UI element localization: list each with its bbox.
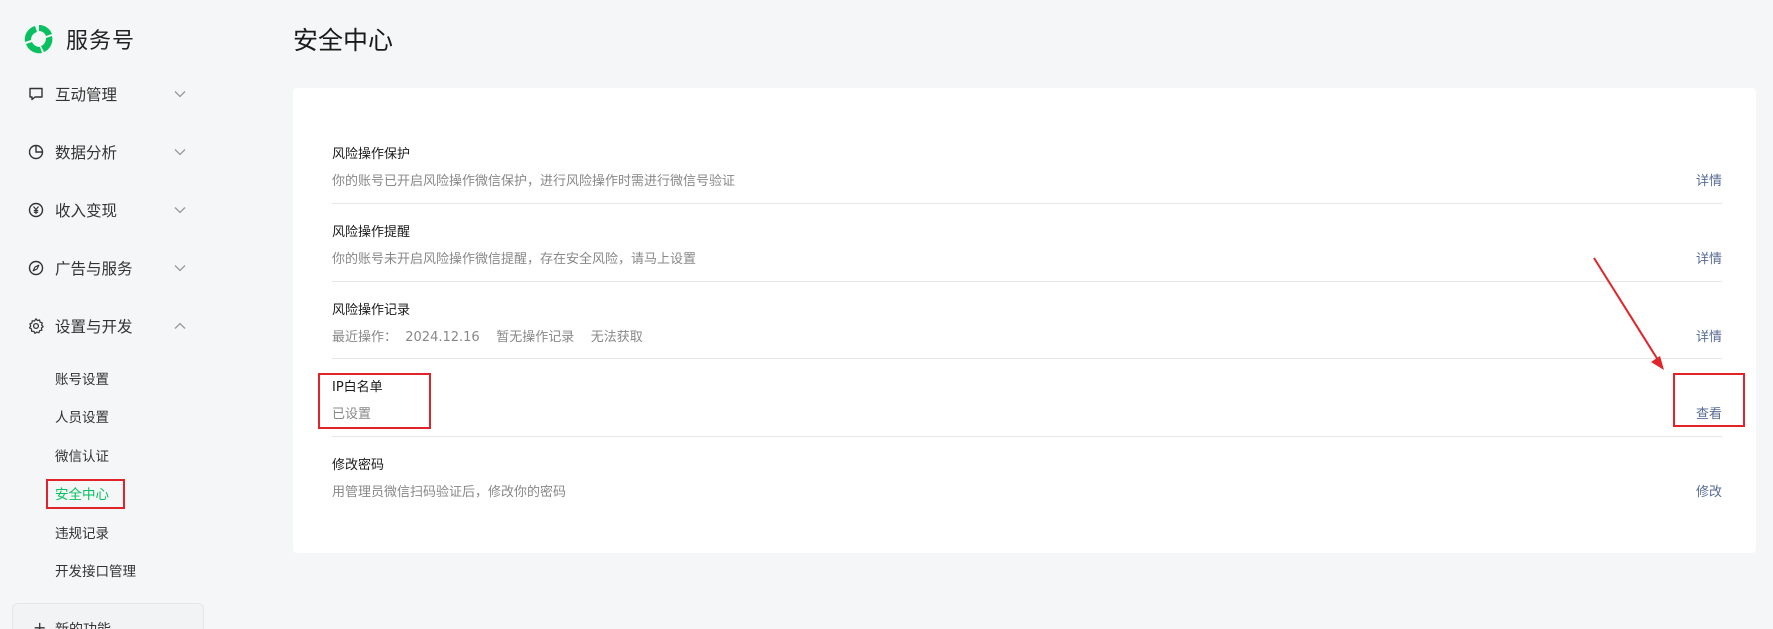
- page-title: 安全中心: [293, 26, 394, 55]
- row-description: 你的账号未开启风险操作微信提醒，存在安全风险，请马上设置: [332, 252, 697, 267]
- row-description: 你的账号已开启风险操作微信保护，进行风险操作时需进行微信号验证: [332, 174, 736, 189]
- divider: [332, 281, 1722, 282]
- sidebar-item-ads-services[interactable]: 广告与服务: [0, 250, 200, 286]
- new-feature-label: 新的功能: [55, 619, 111, 629]
- chevron-down-icon: [174, 149, 186, 156]
- security-row-risk-reminder: 风险操作提醒 你的账号未开启风险操作微信提醒，存在安全风险，请马上设置 详情: [332, 221, 1722, 299]
- pie-chart-icon: [28, 144, 44, 160]
- annotation-highlight-box: [318, 373, 431, 429]
- divider: [332, 436, 1722, 437]
- sidebar-item-label: 收入变现: [55, 202, 118, 220]
- sidebar-subitem-dev-api[interactable]: 开发接口管理: [55, 560, 136, 580]
- yen-circle-icon: [28, 202, 44, 218]
- plus-icon: +: [33, 618, 47, 629]
- security-row-risk-protection: 风险操作保护 你的账号已开启风险操作微信保护，进行风险操作时需进行微信号验证 详…: [332, 143, 1722, 221]
- sidebar-item-label: 数据分析: [55, 144, 118, 162]
- sidebar: 服务号 互动管理 数据分析 收入变现 广告与服务 设置与开发 账号设置 人员设置…: [0, 0, 220, 629]
- details-link[interactable]: 详情: [1696, 248, 1722, 267]
- details-link[interactable]: 详情: [1696, 170, 1722, 189]
- sidebar-item-label: 广告与服务: [55, 260, 133, 278]
- security-row-change-password: 修改密码 用管理员微信扫码验证后，修改你的密码 修改: [332, 454, 1722, 532]
- row-title: 修改密码: [332, 458, 385, 473]
- divider: [332, 358, 1722, 359]
- annotation-highlight-box: [1673, 373, 1745, 427]
- details-link[interactable]: 详情: [1696, 326, 1722, 345]
- service-account-logo-icon: [24, 25, 53, 54]
- row-description: 用管理员微信扫码验证后，修改你的密码: [332, 485, 567, 500]
- chevron-down-icon: [174, 91, 186, 98]
- sidebar-item-label: 互动管理: [55, 86, 118, 104]
- sidebar-item-data-analysis[interactable]: 数据分析: [0, 134, 200, 170]
- modify-link[interactable]: 修改: [1696, 481, 1722, 500]
- security-row-ip-whitelist: IP白名单 已设置 查看: [332, 376, 1722, 454]
- sidebar-item-settings-dev[interactable]: 设置与开发: [0, 308, 200, 344]
- row-title: 风险操作记录: [332, 303, 411, 318]
- gear-icon: [28, 318, 44, 334]
- sidebar-item-label: 设置与开发: [55, 318, 133, 336]
- brand-name: 服务号: [66, 29, 136, 54]
- sidebar-subitem-wechat-verification[interactable]: 微信认证: [55, 445, 109, 465]
- row-description: 最近操作： 2024.12.16 暂无操作记录 无法获取: [332, 330, 643, 345]
- chat-bubble-icon: [29, 87, 43, 101]
- sidebar-item-interaction[interactable]: 互动管理: [0, 76, 200, 112]
- sidebar-subitem-account-settings[interactable]: 账号设置: [55, 368, 109, 388]
- sidebar-item-monetization[interactable]: 收入变现: [0, 192, 200, 228]
- row-title: 风险操作提醒: [332, 225, 411, 240]
- chevron-up-icon: [174, 322, 186, 329]
- sidebar-subitem-member-settings[interactable]: 人员设置: [55, 406, 109, 426]
- compass-icon: [28, 260, 44, 276]
- chevron-down-icon: [174, 207, 186, 214]
- divider: [332, 203, 1722, 204]
- security-row-risk-log: 风险操作记录 最近操作： 2024.12.16 暂无操作记录 无法获取 详情: [332, 299, 1722, 377]
- annotation-highlight-box: [46, 479, 125, 509]
- sidebar-subitem-violation-records[interactable]: 违规记录: [55, 522, 109, 542]
- chevron-down-icon: [174, 265, 186, 272]
- new-feature-button[interactable]: + 新的功能: [12, 603, 204, 629]
- brand[interactable]: 服务号: [22, 22, 135, 56]
- row-title: 风险操作保护: [332, 147, 411, 162]
- security-settings-card: 风险操作保护 你的账号已开启风险操作微信保护，进行风险操作时需进行微信号验证 详…: [293, 88, 1756, 553]
